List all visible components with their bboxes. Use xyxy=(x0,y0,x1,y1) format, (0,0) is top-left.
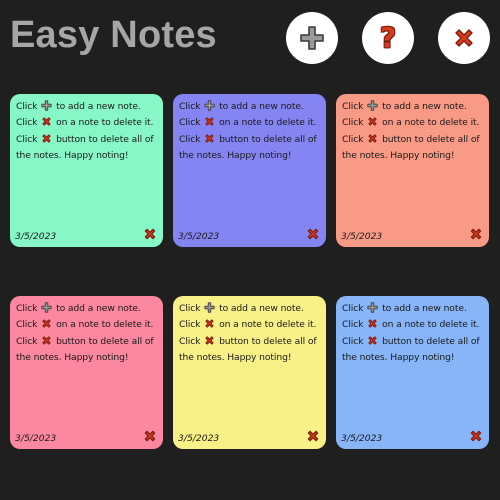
cross-icon xyxy=(470,228,482,240)
delete-note-button[interactable] xyxy=(143,429,157,443)
note-card[interactable]: Click to add a new note. Click on a note… xyxy=(10,94,163,247)
note-date: 3/5/2023 xyxy=(178,433,220,444)
note-text: Click to add a new note. Click on a note… xyxy=(179,302,317,363)
plus-icon xyxy=(367,100,378,111)
note-text: Click to add a new note. Click on a note… xyxy=(342,100,480,161)
cross-icon xyxy=(144,430,156,442)
plus-icon xyxy=(367,302,378,313)
cross-icon xyxy=(470,430,482,442)
plus-icon xyxy=(204,302,215,313)
cross-icon xyxy=(42,335,51,345)
note-date: 3/5/2023 xyxy=(178,231,220,242)
delete-note-button[interactable] xyxy=(306,429,320,443)
cross-icon xyxy=(42,117,51,126)
notes-grid: Click to add a new note. Click on a note… xyxy=(0,0,500,500)
note-card[interactable]: Click to add a new note. Click on a note… xyxy=(336,296,489,449)
plus-icon xyxy=(41,302,52,313)
note-text: Click to add a new note. Click on a note… xyxy=(16,302,154,363)
note-card[interactable]: Click to add a new note. Click on a note… xyxy=(173,296,326,449)
plus-icon xyxy=(41,100,52,111)
note-date: 3/5/2023 xyxy=(15,433,57,444)
note-text: Click to add a new note. Click on a note… xyxy=(16,100,154,161)
cross-icon xyxy=(144,228,156,240)
note-date: 3/5/2023 xyxy=(341,433,383,444)
delete-note-button[interactable] xyxy=(143,227,157,241)
delete-note-button[interactable] xyxy=(469,227,483,241)
cross-icon xyxy=(205,133,214,143)
cross-icon xyxy=(368,335,377,345)
note-card[interactable]: Click to add a new note. Click on a note… xyxy=(173,94,326,247)
cross-icon xyxy=(368,133,377,143)
delete-note-button[interactable] xyxy=(469,429,483,443)
note-card[interactable]: Click to add a new note. Click on a note… xyxy=(336,94,489,247)
cross-icon xyxy=(205,335,214,345)
cross-icon xyxy=(42,319,51,328)
delete-note-button[interactable] xyxy=(306,227,320,241)
cross-icon xyxy=(205,319,214,328)
cross-icon xyxy=(368,117,377,126)
cross-icon xyxy=(42,133,51,143)
note-text: Click to add a new note. Click on a note… xyxy=(342,302,480,363)
note-text: Click to add a new note. Click on a note… xyxy=(179,100,317,161)
cross-icon xyxy=(307,430,319,442)
note-date: 3/5/2023 xyxy=(341,231,383,242)
cross-icon xyxy=(307,228,319,240)
note-card[interactable]: Click to add a new note. Click on a note… xyxy=(10,296,163,449)
cross-icon xyxy=(205,117,214,126)
note-date: 3/5/2023 xyxy=(15,231,57,242)
plus-icon xyxy=(204,100,215,111)
cross-icon xyxy=(368,319,377,328)
